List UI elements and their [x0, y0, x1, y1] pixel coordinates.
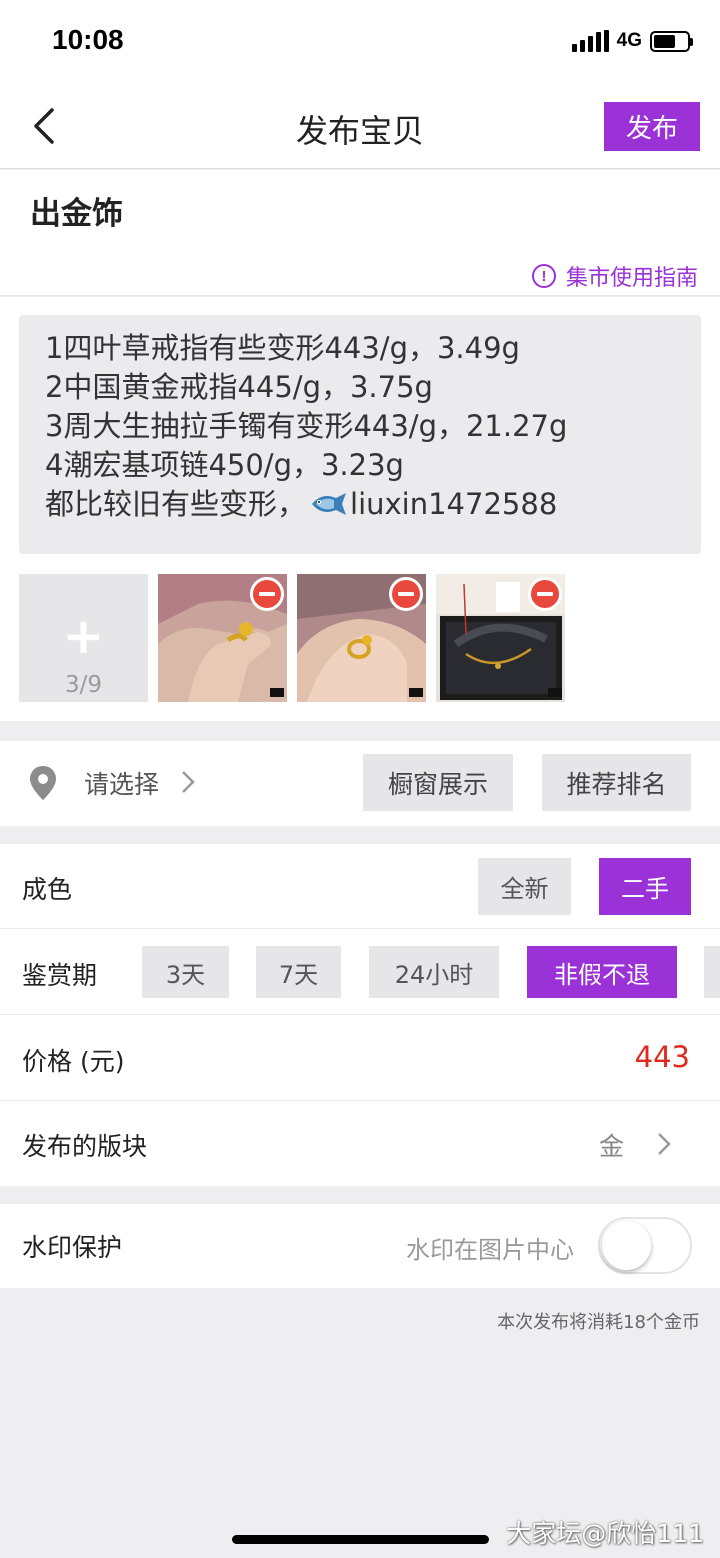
photo-count: 3/9 [64, 672, 102, 698]
recommend-rank-button[interactable]: 推荐排名 [542, 754, 691, 811]
condition-option-new[interactable]: 全新 [478, 858, 571, 915]
necklace-in-box-photo[interactable] [436, 574, 565, 702]
appreciation-option-3d[interactable]: 3天 [142, 946, 229, 998]
ring-on-finger-photo[interactable] [158, 574, 287, 702]
price-label: 价格 (元) [22, 1047, 125, 1076]
board-row[interactable]: 发布的版块 金 [0, 1101, 720, 1186]
overlay-watermark: 大家坛@欣怡111 [506, 1519, 704, 1548]
description-text: liuxin1472588 [350, 487, 558, 521]
cost-note: 本次发布将消耗18个金币 [497, 1312, 700, 1333]
ring-in-palm-photo[interactable] [297, 574, 426, 702]
description-text: 都比较旧有些变形， [45, 487, 307, 521]
watermark-label: 水印保护 [22, 1233, 123, 1262]
chevron-right-icon [180, 769, 196, 799]
board-value: 金 [598, 1132, 624, 1161]
options-section: 成色 全新 二手 鉴赏期 3天 7天 24小时 非假不退 价格 (元) 443 … [0, 844, 720, 1186]
nav-bar: 发布宝贝 发布 [0, 86, 720, 169]
fish-emoji-icon [312, 493, 347, 515]
location-row: 请选择 橱窗展示 推荐排名 [0, 741, 720, 826]
publish-button[interactable]: 发布 [604, 102, 700, 151]
remove-circle-icon[interactable] [528, 577, 562, 611]
category-header: 出金饰 ! 集市使用指南 [0, 170, 720, 296]
description-line: 2中国黄金戒指445/g，3.75g [45, 370, 433, 404]
category-title: 出金饰 [30, 196, 123, 232]
plus-icon: + [62, 607, 105, 665]
price-row[interactable]: 价格 (元) 443 [0, 1016, 720, 1101]
add-photo-button[interactable]: + 3/9 [19, 574, 148, 702]
network-type: 4G [616, 30, 642, 51]
condition-row: 成色 全新 二手 [0, 844, 720, 929]
chevron-right-icon [656, 1131, 672, 1161]
battery-icon [650, 30, 693, 52]
description-line: 都比较旧有些变形， liuxin1472588 [45, 485, 675, 524]
content-section: 1四叶草戒指有些变形443/g，3.49g 2中国黄金戒指445/g，3.75g… [0, 297, 720, 721]
signal-icon [571, 30, 609, 52]
condition-label: 成色 [22, 875, 73, 904]
description-line: 4潮宏基项链450/g，3.23g [45, 448, 404, 482]
board-label: 发布的版块 [22, 1132, 148, 1161]
appreciation-option-no-return[interactable]: 非假不退 [527, 946, 677, 998]
price-value[interactable]: 443 [635, 1040, 690, 1074]
watermark-row: 水印保护 水印在图片中心 [0, 1204, 720, 1288]
condition-option-used[interactable]: 二手 [599, 858, 691, 915]
appreciation-option-7d[interactable]: 7天 [256, 946, 341, 998]
location-select[interactable]: 请选择 [84, 765, 159, 801]
toggle-knob [602, 1221, 651, 1270]
location-pin-icon [28, 765, 58, 805]
appreciation-option-more[interactable] [704, 946, 720, 998]
watermark-description: 水印在图片中心 [406, 1236, 574, 1264]
window-display-button[interactable]: 橱窗展示 [363, 754, 513, 811]
appreciation-option-24h[interactable]: 24小时 [369, 946, 499, 998]
market-guide-link[interactable]: ! 集市使用指南 [531, 260, 698, 292]
status-bar: 10:08 4G [0, 0, 720, 86]
status-indicators: 4G [571, 30, 693, 52]
description-line: 1四叶草戒指有些变形443/g，3.49g [45, 331, 520, 365]
guide-label: 集市使用指南 [565, 266, 698, 291]
watermark-toggle[interactable] [598, 1217, 692, 1274]
remove-circle-icon[interactable] [250, 577, 284, 611]
appreciation-label: 鉴赏期 [22, 961, 98, 990]
description-line: 3周大生抽拉手镯有变形443/g，21.27g [45, 409, 568, 443]
photo-list: + 3/9 [19, 574, 565, 702]
home-indicator[interactable] [232, 1535, 489, 1544]
status-time: 10:08 [52, 24, 124, 55]
remove-circle-icon[interactable] [389, 577, 423, 611]
description-textarea[interactable]: 1四叶草戒指有些变形443/g，3.49g 2中国黄金戒指445/g，3.75g… [19, 315, 701, 554]
appreciation-row: 鉴赏期 3天 7天 24小时 非假不退 [0, 930, 720, 1015]
info-circle-icon: ! [531, 264, 556, 288]
